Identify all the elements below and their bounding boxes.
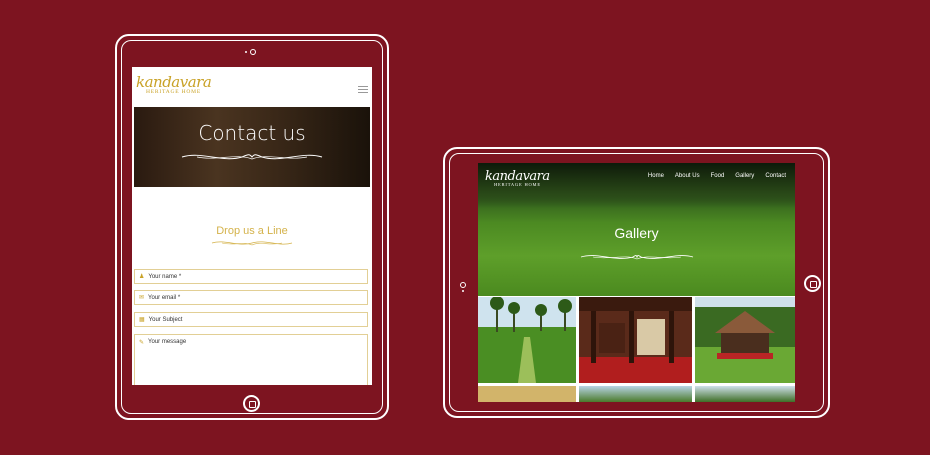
gallery-photo-row2-2[interactable] — [579, 386, 692, 402]
pavilion-image — [695, 297, 795, 383]
flourish-divider — [181, 154, 323, 160]
name-placeholder: Your name * — [148, 273, 182, 280]
flourish-divider — [580, 254, 693, 260]
gold-flourish — [211, 241, 293, 246]
gallery-screen: kandavara HERITAGE HOME Home About Us Fo… — [478, 163, 795, 402]
hero-title: Contact us — [198, 121, 306, 145]
contact-screen: kandavara HERITAGE HOME Contact us Drop … — [132, 67, 372, 385]
home-button[interactable] — [243, 395, 260, 412]
gallery-hero: kandavara HERITAGE HOME Home About Us Fo… — [478, 163, 795, 296]
section-title: Drop us a Line — [216, 225, 288, 237]
subject-icon: ▦ — [139, 317, 145, 323]
email-field[interactable]: ✉ Your email * — [134, 290, 368, 305]
sensor-dot — [462, 290, 464, 292]
nav-contact[interactable]: Contact — [765, 173, 786, 179]
gallery-photo-row2-1[interactable] — [478, 386, 576, 402]
nav-food[interactable]: Food — [711, 173, 725, 179]
sensor-dot — [245, 51, 247, 53]
contact-hero: Contact us — [134, 107, 370, 187]
message-field[interactable]: ✎ Your message — [134, 334, 368, 385]
nav-about[interactable]: About Us — [675, 173, 700, 179]
subject-placeholder: Your Subject — [148, 316, 183, 323]
gallery-photo-verandah[interactable] — [579, 297, 692, 383]
camera-icon — [250, 49, 256, 55]
mail-icon: ✉ — [139, 295, 145, 301]
pencil-icon: ✎ — [139, 340, 145, 346]
name-field[interactable]: ♟ Your name * — [134, 269, 368, 284]
hero-title: Gallery — [614, 225, 659, 241]
main-nav: Home About Us Food Gallery Contact — [648, 173, 786, 179]
gallery-photo-pavilion[interactable] — [695, 297, 795, 383]
subject-field[interactable]: ▦ Your Subject — [134, 312, 368, 327]
message-placeholder: Your message — [148, 339, 187, 345]
gallery-photo-rice-field[interactable] — [478, 297, 576, 383]
menu-icon[interactable] — [358, 84, 368, 95]
camera-icon — [460, 282, 466, 288]
site-logo[interactable]: kandavara HERITAGE HOME — [136, 73, 212, 95]
gallery-photo-row2-3[interactable] — [695, 386, 795, 402]
email-placeholder: Your email * — [148, 294, 181, 301]
nav-gallery[interactable]: Gallery — [735, 173, 754, 179]
home-button[interactable] — [804, 275, 821, 292]
rice-field-image — [478, 297, 576, 383]
verandah-image — [579, 297, 692, 383]
site-logo[interactable]: kandavara HERITAGE HOME — [485, 169, 550, 187]
user-icon: ♟ — [139, 274, 145, 280]
nav-home[interactable]: Home — [648, 173, 664, 179]
